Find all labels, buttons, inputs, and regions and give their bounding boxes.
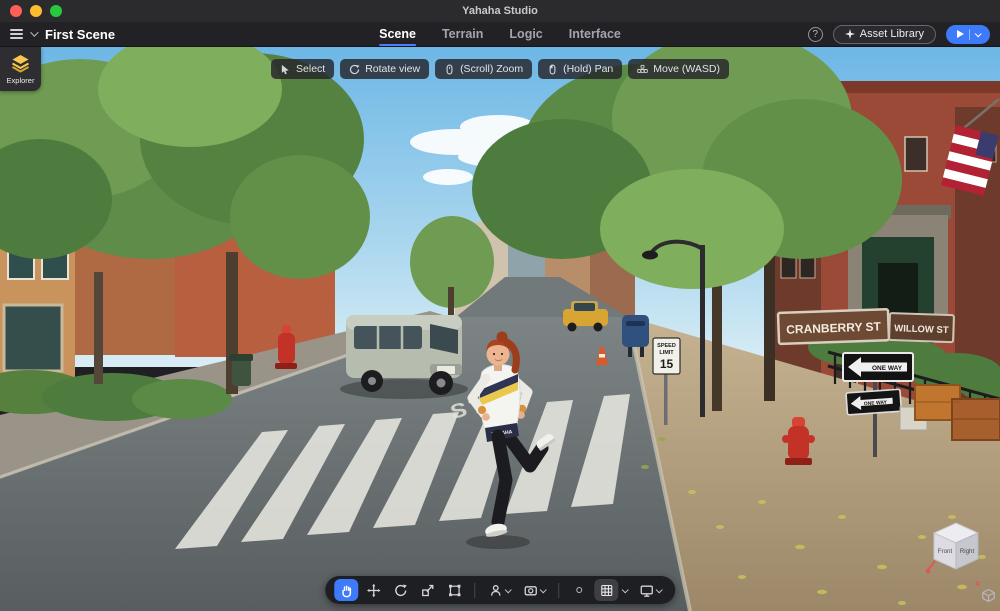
- scene-name: First Scene: [45, 26, 116, 42]
- toolbar-separator: [558, 582, 560, 598]
- cube-icon: [982, 588, 995, 603]
- tab-terrain[interactable]: Terrain: [442, 27, 483, 41]
- asset-library-label: Asset Library: [859, 28, 924, 40]
- traffic-lights: [10, 5, 62, 17]
- frame-dropdown-button[interactable]: [518, 579, 550, 601]
- mode-tabs: Scene Terrain Logic Interface: [379, 22, 621, 47]
- gizmo-right-label: Right: [960, 548, 975, 555]
- play-options-chevron-icon[interactable]: [974, 29, 982, 37]
- speed-sign-line3: 15: [660, 357, 674, 371]
- van[interactable]: [340, 315, 468, 399]
- explorer-panel-button[interactable]: Explorer: [0, 47, 41, 91]
- rect-transform-icon: [448, 584, 460, 596]
- mouse-hold-icon: [549, 64, 556, 74]
- layers-icon: [12, 54, 29, 73]
- rotate-view-label: Rotate view: [365, 63, 421, 75]
- select-label: Select: [296, 63, 326, 75]
- grid-snapping-button[interactable]: [594, 579, 619, 601]
- trash-bin[interactable]: [229, 354, 253, 386]
- one-way-sign-1[interactable]: ONE WAY: [842, 352, 914, 382]
- hold-pan-pill[interactable]: (Hold) Pan: [538, 59, 623, 79]
- scale-icon: [421, 584, 433, 596]
- hand-icon: [341, 584, 351, 597]
- chevron-down-icon: [540, 586, 547, 593]
- help-button[interactable]: ?: [807, 26, 823, 42]
- move-icon: [366, 583, 380, 597]
- minimize-window-button[interactable]: [30, 5, 42, 17]
- divider: [968, 28, 970, 40]
- snap-dot-button[interactable]: [567, 579, 591, 601]
- one-way-1-text: ONE WAY: [872, 365, 903, 372]
- rotate-tool-button[interactable]: [388, 579, 412, 601]
- move-tool-button[interactable]: [361, 579, 385, 601]
- chevron-down-icon: [655, 586, 663, 593]
- display-mode-button[interactable]: [634, 579, 666, 601]
- street-sign-cranberry[interactable]: CRANBERRY ST: [776, 307, 891, 346]
- display-icon: [640, 585, 653, 597]
- window-title: Yahaha Studio: [462, 5, 538, 17]
- tab-interface[interactable]: Interface: [569, 27, 621, 41]
- speed-sign-line1: SPEED: [657, 343, 676, 349]
- bottom-toolbar: [325, 576, 675, 604]
- tab-scene[interactable]: Scene: [379, 27, 416, 46]
- pan-tool-button[interactable]: [334, 579, 359, 601]
- tab-logic[interactable]: Logic: [509, 27, 542, 41]
- move-wasd-label: Move (WASD): [653, 63, 720, 75]
- play-button[interactable]: [946, 24, 990, 44]
- sparkle-icon: [844, 29, 855, 39]
- titlebar: Yahaha Studio: [0, 0, 1000, 22]
- orientation-gizmo[interactable]: Front Right x: [925, 517, 988, 593]
- yahaha-studio-window: Yahaha Studio First Scene Scene Terrain …: [0, 0, 1000, 611]
- rotate-tool-icon: [394, 583, 407, 596]
- menubar: First Scene Scene Terrain Logic Interfac…: [0, 22, 1000, 47]
- scene-render[interactable]: STOP: [0, 47, 1000, 611]
- scale-tool-button[interactable]: [415, 579, 439, 601]
- rotate-icon: [350, 64, 360, 74]
- grid-icon: [600, 584, 612, 596]
- gizmo-front-label: Front: [938, 548, 953, 555]
- chevron-down-icon: [505, 586, 512, 593]
- wristband: [478, 406, 486, 414]
- toolbar-separator: [474, 582, 476, 598]
- select-tool-pill[interactable]: Select: [271, 59, 335, 79]
- scene-menu-chevron-icon[interactable]: [30, 28, 39, 37]
- street-sign-willow[interactable]: WILLOW ST: [888, 312, 955, 344]
- one-way-sign-2[interactable]: ONE WAY: [845, 388, 903, 416]
- avatar-dropdown-button[interactable]: [483, 579, 515, 601]
- scene-viewport[interactable]: STOP: [0, 47, 1000, 611]
- cursor-icon: [281, 64, 289, 74]
- speed-sign-line2: LIMIT: [659, 350, 674, 356]
- avatar-icon: [491, 584, 501, 596]
- main-menu-icon[interactable]: [10, 29, 23, 39]
- asset-library-button[interactable]: Asset Library: [832, 24, 936, 44]
- viewport-toolbar: Select Rotate view (Scroll) Zoom (Hold) …: [271, 59, 729, 79]
- gizmo-x-axis: [927, 560, 936, 571]
- explorer-label: Explorer: [6, 75, 35, 85]
- street-sign-2-text: WILLOW ST: [894, 323, 949, 336]
- move-wasd-pill[interactable]: Move (WASD): [628, 59, 729, 79]
- wasd-keys-icon: [637, 64, 649, 73]
- rect-transform-tool-button[interactable]: [442, 579, 466, 601]
- mouse-scroll-icon: [446, 64, 453, 74]
- viewcube-toggle-button[interactable]: [981, 588, 996, 608]
- close-window-button[interactable]: [10, 5, 22, 17]
- hold-pan-label: (Hold) Pan: [563, 63, 614, 75]
- zoom-window-button[interactable]: [50, 5, 62, 17]
- camera-frame-icon: [524, 585, 538, 595]
- snap-dot-icon: [576, 587, 583, 593]
- play-icon: [956, 30, 964, 38]
- chevron-down-icon[interactable]: [622, 586, 629, 593]
- scroll-zoom-label: (Scroll) Zoom: [460, 63, 524, 75]
- rotate-view-pill[interactable]: Rotate view: [340, 59, 430, 79]
- scroll-zoom-pill[interactable]: (Scroll) Zoom: [435, 59, 533, 79]
